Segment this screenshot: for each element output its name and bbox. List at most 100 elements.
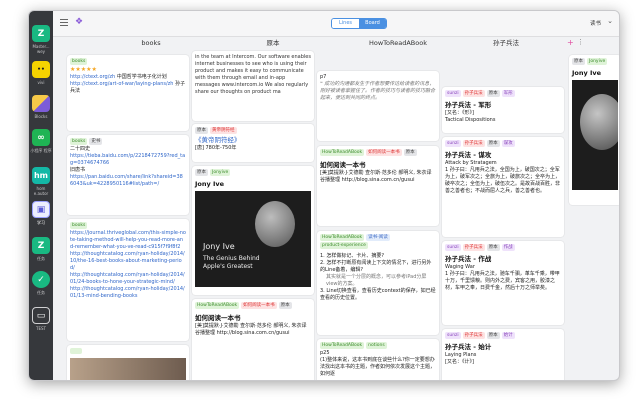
link[interactable]: https://journal.thriveglobal.com/this-si… [70,230,186,250]
card-how-to-read-2[interactable]: HowToReadABook 如何阅读一本书 原本 如何阅读一本书 [美]莫提默·J… [317,146,439,226]
tag[interactable]: HowToReadABook [320,234,365,241]
column-header-howtoreadabook[interactable]: HowToReadABook [338,37,458,50]
view-lines-tab[interactable]: Lines [332,19,359,28]
chevron-down-icon[interactable]: ⌄ [607,17,613,25]
tag[interactable]: 原本 [572,58,585,65]
tag[interactable]: 读书-阅读 [366,234,390,241]
column-sunzi: sunzi 孙子兵法 原本 军形 孙子兵法 - 军形 [又名：《形》] Tactica… [442,51,566,380]
link[interactable]: http://ctext.org/zh [70,74,115,80]
card-yinfujing[interactable]: 原本 黄帝阴符经 《黄帝阴符经》 [唐] 780年-750年 [192,124,314,162]
tag[interactable]: 如何阅读一本书 [366,149,402,156]
tag[interactable]: 始计 [501,332,515,339]
tag[interactable]: 军形 [501,90,515,97]
dock-app-study[interactable]: ▣ [32,201,50,218]
card-p7-quote[interactable]: p7 ❝ 成功的沟通都发生于作者想要传达给读者的讯息，刚好被读者掌握住了。作者的… [317,71,439,141]
tag[interactable]: 作战 [501,244,515,251]
card-sunzi-mougong[interactable]: sunzi 孙子兵法 原本 谋攻 孙子兵法 - 谋攻 Attack by Strata… [442,137,564,237]
add-column-icon[interactable]: + [567,38,574,47]
view-board-tab[interactable]: Board [359,19,386,28]
card-sunzi-zuozhan[interactable]: sunzi 孙子兵法 原本 作战 孙子兵法 - 作战 Waging War 1 孙子曰… [442,241,564,325]
dock-app-test[interactable]: ▭ [32,307,50,324]
tag[interactable]: 孙子兵法 [462,244,485,251]
tag[interactable]: HowToReadABook [320,342,365,349]
card-books-ctext[interactable]: books ★★★★★ http://ctext.org/zh 中国哲学书电子化… [67,55,189,131]
card-title: 如何阅读一本书 [320,161,366,169]
tag[interactable]: notions [366,342,387,349]
column-header-books[interactable]: books [91,37,211,50]
tag[interactable]: 原本 [486,244,500,251]
card-jony-ive[interactable]: 原本 Jonyive Jony Ive Jony Ive The Genius B… [192,166,314,295]
card-sunzi-shiji[interactable]: sunzi 孙子兵法 原本 始计 孙子兵法 - 始计 Laying Plans [又名… [442,329,564,380]
tag[interactable]: 黄帝阴符经 [210,127,237,134]
tag[interactable]: 谋攻 [501,140,515,147]
card-text: Laying Plans [445,352,477,358]
tag[interactable]: 原本 [195,127,208,134]
workspace-sidebar: Z Master... wey •• vivi Blocks ∞ 小程序 程序 … [29,11,53,380]
link[interactable]: https://tieba.baidu.com/p/2218472759?red… [70,153,185,166]
link[interactable]: http://thoughtcatalog.com/ryan-holiday/2… [70,272,185,285]
card-books-reading-links[interactable]: books https://journal.thriveglobal.com/t… [67,219,189,341]
link[interactable]: https://pan.baidu.com/share/link?shareid… [70,174,183,187]
dock-app-blocks[interactable] [32,95,50,112]
dock-app-test-label: TEST [36,326,46,331]
user-menu[interactable]: 读书 [590,19,601,27]
card-intercom[interactable]: in the team at Intercom. Our software en… [192,51,314,121]
tag[interactable]: 如何阅读一本书 [241,302,277,309]
tag[interactable]: 原本 [486,90,500,97]
tag[interactable]: product-experience [320,242,368,249]
tag[interactable]: 孙子兵法 [462,90,485,97]
link[interactable]: http://thoughtcatalog.com/ryan-holiday/2… [70,251,185,271]
card-books-history[interactable]: books 史书 二十四史 https://tieba.baidu.com/p/2… [67,135,189,215]
card-books-image[interactable] [67,345,189,380]
tag[interactable]: HowToReadABook [195,302,240,309]
column-header-sunzi[interactable]: 孙子兵法 [461,37,551,50]
tag[interactable]: 原本 [486,140,500,147]
tag[interactable]: 原本 [403,149,417,156]
column-header-yuanben[interactable]: 原本 [213,37,333,50]
link[interactable]: http://thoughtcatalog.com/ryan-holiday/2… [70,286,185,299]
dock-app-master[interactable]: Z [32,25,50,42]
tag[interactable]: Jonyive [587,58,608,65]
more-options-icon[interactable]: ⋮ [577,38,584,46]
card-text: 1 孙子曰：凡用兵之法，驰车千驷，革车千乘，带甲十万，千里馈粮。则内外之费，宾客… [445,271,560,291]
card-jony-ive-2[interactable]: 原本 Jonyive Jony Ive [569,55,619,205]
tag[interactable]: sunzi [445,90,461,97]
tag[interactable]: 原本 [195,169,208,176]
card-text: [又名：《计》] [445,359,474,365]
dock-app-task-1[interactable]: Z [32,237,50,254]
card-p25[interactable]: HowToReadABook notions p25 (1)整体来说，这本书到底在… [317,339,439,380]
tag[interactable]: HowToReadABook [320,149,365,156]
tag[interactable]: books [70,222,88,229]
card-sunzi-junxing[interactable]: sunzi 孙子兵法 原本 军形 孙子兵法 - 军形 [又名：《形》] Tactica… [442,87,564,133]
card-reading-features[interactable]: HowToReadABook 读书-阅读product-experience 1.… [317,231,439,335]
card-how-to-read[interactable]: HowToReadABook 如何阅读一本书 原本 如何阅读一本书 [美]莫提默·J… [192,299,314,380]
tag[interactable]: sunzi [445,332,461,339]
tag[interactable]: Jonyive [210,169,231,176]
tag[interactable]: sunzi [445,244,461,251]
tag[interactable]: 孙子兵法 [462,332,485,339]
card-text: Waging War [445,264,475,270]
card-text: [美]莫提默·J·艾德勒 查尔斯·范多伦 郝明义, 朱衣译 [320,170,432,176]
dock-app-miniprogram[interactable]: ∞ [32,129,50,146]
dock-app-task-2[interactable]: ✓ [32,271,50,288]
card-title: 孙子兵法 - 作战 [445,255,492,263]
column-howtoreadabook: p7 ❝ 成功的沟通都发生于作者想要传达给读者的讯息，刚好被读者掌握住了。作者的… [317,51,441,380]
card-title[interactable]: 《黄帝阴符经》 [195,136,241,144]
tag[interactable]: 孙子兵法 [462,140,485,147]
tag[interactable]: sunzi [445,140,461,147]
quote-icon: ❝ [320,81,323,87]
tag[interactable]: 原本 [486,332,500,339]
smiley-icon: •• [37,66,45,73]
dock-app-vivi[interactable]: •• [32,61,50,78]
tag[interactable]: books [70,58,88,65]
dock-app-home[interactable]: hm [32,167,50,184]
link[interactable]: http://ctext.org/art-of-war/laying-plans… [70,81,173,87]
dock-app-home-label: hom e.autor [33,186,49,196]
tag[interactable]: 史书 [89,138,103,145]
card-text: 谷播整理 http://blog.sina.com.cn/gusui [320,177,415,183]
tag[interactable]: books [70,138,88,145]
paw-icon[interactable]: ❖ [75,17,86,28]
menu-icon[interactable] [60,19,68,26]
dock-app-task-1-label: 任务 [37,256,45,261]
tag[interactable]: 原本 [278,302,292,309]
